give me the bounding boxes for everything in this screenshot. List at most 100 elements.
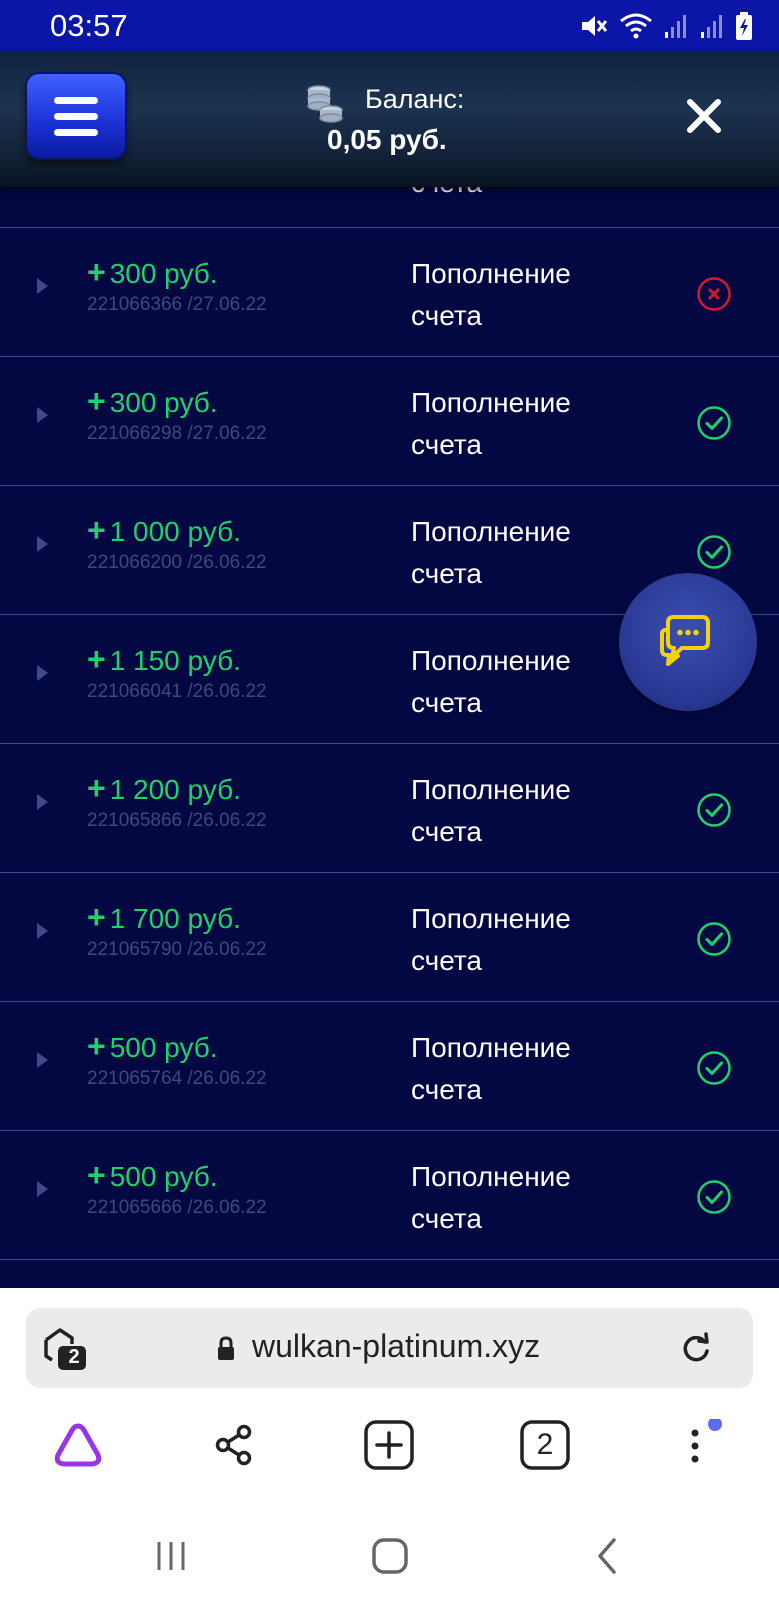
amount-value: 1 700 руб.: [109, 903, 241, 934]
home-icon: [372, 1538, 408, 1574]
recent-apps-button[interactable]: [141, 1526, 201, 1586]
list-item[interactable]: +300 руб. 221066366 /27.06.22 Пополнение…: [0, 228, 779, 357]
success-check-icon: [697, 1180, 731, 1214]
recents-icon: [157, 1542, 185, 1570]
tabs-protect-icon[interactable]: 2: [42, 1326, 88, 1372]
description-line: Пополнение: [411, 387, 571, 418]
amount-value: 300 руб.: [109, 387, 218, 418]
description-line: Пополнение: [411, 774, 571, 805]
description-line: Пополнение: [411, 1032, 571, 1063]
chat-button[interactable]: [619, 573, 757, 711]
back-button[interactable]: [578, 1526, 638, 1586]
menu-button[interactable]: [25, 72, 127, 160]
transaction-amount: +1 000 руб.: [87, 512, 241, 548]
list-item[interactable]: +500 руб. 221065764 /26.06.22 Пополнение…: [0, 1002, 779, 1131]
description-line: Пополнение: [411, 1161, 571, 1192]
transaction-list: счета +300 руб. 221066366 /27.06.22 Попо…: [0, 187, 779, 1260]
expand-arrow-icon[interactable]: [37, 923, 48, 939]
amount-value: 1 200 руб.: [109, 774, 241, 805]
back-icon: [598, 1538, 616, 1574]
transaction-amount: +1 200 руб.: [87, 770, 241, 806]
signal-icon: [665, 15, 686, 38]
status-bar: 03:57: [0, 0, 779, 52]
transaction-description: Пополнение счета: [411, 898, 571, 982]
signal-icon: [701, 15, 722, 38]
alice-assistant-button[interactable]: [48, 1415, 108, 1475]
list-item[interactable]: +300 руб. 221066298 /27.06.22 Пополнение…: [0, 357, 779, 486]
expand-arrow-icon[interactable]: [37, 665, 48, 681]
success-check-icon: [697, 535, 731, 569]
list-item[interactable]: +1 700 руб. 221065790 /26.06.22 Пополнен…: [0, 873, 779, 1002]
description-line: Пополнение: [411, 516, 571, 547]
close-icon[interactable]: [682, 94, 726, 138]
success-check-icon: [697, 1051, 731, 1085]
expand-arrow-icon[interactable]: [37, 794, 48, 810]
amount-value: 500 руб.: [109, 1032, 218, 1063]
description-line: счета: [411, 300, 482, 331]
expand-arrow-icon[interactable]: [37, 1181, 48, 1197]
alice-icon: [54, 1423, 102, 1467]
wifi-icon: [620, 13, 652, 39]
transaction-amount: +1 150 руб.: [87, 641, 241, 677]
expand-arrow-icon[interactable]: [37, 278, 48, 294]
transaction-description: Пополнение счета: [411, 640, 571, 724]
hamburger-icon-bar: [54, 128, 98, 136]
share-icon: [215, 1424, 252, 1466]
transaction-description: Пополнение счета: [411, 382, 571, 466]
status-time: 03:57: [50, 8, 128, 43]
expand-arrow-icon[interactable]: [37, 536, 48, 552]
transaction-description: Пополнение счета: [411, 769, 571, 853]
list-item[interactable]: +500 руб. 221065666 /26.06.22 Пополнение…: [0, 1131, 779, 1260]
address-bar[interactable]: 2 wulkan-platinum.xyz: [26, 1308, 753, 1388]
transaction-amount: +500 руб.: [87, 1157, 218, 1193]
home-button[interactable]: [360, 1526, 420, 1586]
tabs-badge: 2: [68, 1346, 80, 1368]
balance-value: 0,05 руб.: [327, 124, 447, 155]
new-tab-button[interactable]: [359, 1415, 419, 1475]
more-menu-button[interactable]: [671, 1415, 731, 1475]
browser-bottom-bar: 2 wulkan-platinum.xyz 2: [0, 1288, 779, 1600]
list-item[interactable]: +1 200 руб. 221065866 /26.06.22 Пополнен…: [0, 744, 779, 873]
description-line: счета: [411, 1074, 482, 1105]
share-button[interactable]: [204, 1415, 264, 1475]
description-line: Пополнение: [411, 903, 571, 934]
lock-icon: [218, 1336, 234, 1360]
transaction-id-date: 221065666 /26.06.22: [87, 1197, 267, 1218]
tabs-button[interactable]: 2: [515, 1415, 575, 1475]
list-item[interactable]: счета: [0, 187, 779, 228]
success-check-icon: [697, 406, 731, 440]
failed-status-icon: [697, 277, 731, 311]
description-line: счета: [411, 1203, 482, 1234]
description-line: счета: [411, 558, 482, 589]
description-line: Пополнение: [411, 258, 571, 289]
expand-arrow-icon[interactable]: [37, 407, 48, 423]
success-check-icon: [697, 793, 731, 827]
amount-value: 500 руб.: [109, 1161, 218, 1192]
amount-value: 300 руб.: [109, 258, 218, 289]
transaction-id-date: 221066041 /26.06.22: [87, 681, 267, 702]
description-line: счета: [411, 687, 482, 718]
expand-arrow-icon[interactable]: [37, 1052, 48, 1068]
more-vertical-icon: [691, 1419, 722, 1463]
transaction-id-date: 221066366 /27.06.22: [87, 294, 267, 315]
transaction-description: Пополнение счета: [411, 511, 571, 595]
url-text[interactable]: wulkan-platinum.xyz: [252, 1328, 540, 1365]
description-line: счета: [411, 816, 482, 847]
transaction-description: Пополнение счета: [411, 1156, 571, 1240]
battery-icon: [736, 12, 752, 40]
coins-icon: [307, 85, 343, 123]
description-line: Пополнение: [411, 645, 571, 676]
chat-bubble-icon: [660, 615, 710, 666]
amount-value: 1 000 руб.: [109, 516, 241, 547]
reload-icon[interactable]: [680, 1332, 712, 1364]
status-icons: [579, 11, 753, 41]
amount-value: 1 150 руб.: [109, 645, 241, 676]
tabs-icon: 2: [519, 1419, 571, 1471]
app-header: Баланс: 0,05 руб.: [0, 52, 779, 187]
tabs-count: 2: [536, 1428, 554, 1461]
transaction-id-date: 221065764 /26.06.22: [87, 1068, 267, 1089]
transaction-description: Пополнение счета: [411, 253, 571, 337]
transaction-id-date: 221066200 /26.06.22: [87, 552, 267, 573]
transaction-id-date: 221065866 /26.06.22: [87, 810, 267, 831]
transaction-id-date: 221066298 /27.06.22: [87, 423, 267, 444]
